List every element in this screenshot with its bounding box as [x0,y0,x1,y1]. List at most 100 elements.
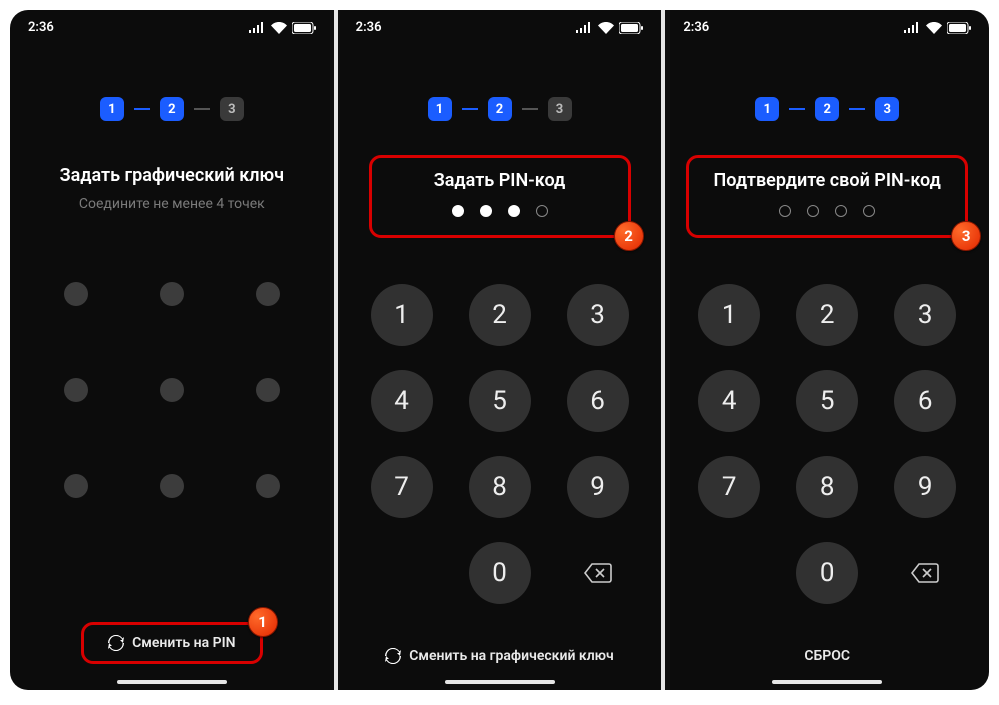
wifi-icon [598,22,614,34]
pin-dot [508,205,520,217]
step-line [134,108,150,110]
stepper: 1 2 3 [338,97,662,121]
key-9[interactable]: 9 [894,456,956,518]
reset-button[interactable]: СБРОС [804,648,850,664]
status-bar: 2:36 [665,10,989,39]
step-pill-2: 2 [815,97,839,121]
key-empty [371,542,433,604]
wifi-icon [926,22,942,34]
key-5[interactable]: 5 [796,370,858,432]
step-pill-1: 1 [755,97,779,121]
wifi-icon [271,22,287,34]
key-3[interactable]: 3 [567,284,629,346]
battery-icon [947,22,971,34]
key-0[interactable]: 0 [469,542,531,604]
pin-dot [536,205,548,217]
pin-dot [779,205,791,217]
pin-dots [705,205,949,217]
bottom-action: Сменить на графический ключ [338,648,662,664]
pattern-dot[interactable] [64,378,88,402]
key-empty [698,542,760,604]
bottom-action: СБРОС [665,648,989,664]
step-line [522,108,538,110]
switch-to-pattern-button[interactable]: Сменить на графический ключ [385,648,614,664]
home-indicator[interactable] [772,680,882,684]
status-icons [904,22,971,34]
screen-1-pattern: 2:36 1 2 3 Задать графический ключ Соеди… [10,10,334,690]
screen-subtitle: Соедините не менее 4 точек [30,196,314,212]
step-line [849,108,865,110]
key-7[interactable]: 7 [371,456,433,518]
step-pill-1: 1 [100,97,124,121]
pin-dot [480,205,492,217]
screen-title: Задать графический ключ [30,165,314,186]
callout-3: Подтвердите свой PIN-код 3 [686,155,968,238]
pattern-dot[interactable] [160,282,184,306]
pin-dot [452,205,464,217]
pattern-dot[interactable] [256,378,280,402]
switch-label: Сменить на графический ключ [409,648,614,664]
pattern-dot[interactable] [64,474,88,498]
key-1[interactable]: 1 [698,284,760,346]
signal-icon [249,22,266,33]
key-backspace[interactable] [894,542,956,604]
screen-2-set-pin: 2:36 1 2 3 Задать PIN-код [338,10,662,690]
pattern-dot[interactable] [64,282,88,306]
key-8[interactable]: 8 [796,456,858,518]
switch-to-pin-button[interactable]: Сменить на PIN [108,635,235,651]
home-indicator[interactable] [117,680,227,684]
status-time: 2:36 [683,20,709,35]
backspace-icon [584,563,612,583]
step-pill-1: 1 [428,97,452,121]
annotation-badge-3: 3 [951,221,981,251]
pattern-dot[interactable] [256,474,280,498]
key-4[interactable]: 4 [371,370,433,432]
key-6[interactable]: 6 [567,370,629,432]
status-time: 2:36 [28,20,54,35]
key-5[interactable]: 5 [469,370,531,432]
status-bar: 2:36 [10,10,334,39]
key-7[interactable]: 7 [698,456,760,518]
swap-icon [385,648,401,664]
screen-3-confirm-pin: 2:36 1 2 3 Подтвердите свой PIN-код [665,10,989,690]
key-4[interactable]: 4 [698,370,760,432]
key-9[interactable]: 9 [567,456,629,518]
key-0[interactable]: 0 [796,542,858,604]
callout-2: Задать PIN-код 2 [369,155,631,238]
swap-icon [108,635,124,651]
pattern-dot[interactable] [160,378,184,402]
pin-dot [807,205,819,217]
battery-icon [292,22,316,34]
pattern-dot[interactable] [160,474,184,498]
key-1[interactable]: 1 [371,284,433,346]
key-backspace[interactable] [567,542,629,604]
step-pill-3: 3 [875,97,899,121]
step-line [462,108,478,110]
callout-1: Сменить на PIN 1 [81,622,262,664]
status-time: 2:36 [356,20,382,35]
stepper: 1 2 3 [10,97,334,121]
keypad: 1 2 3 4 5 6 7 8 9 0 [338,284,662,604]
backspace-icon [911,563,939,583]
step-pill-2: 2 [160,97,184,121]
title-block: Задать графический ключ Соедините не мен… [10,165,334,212]
screen-title: Задать PIN-код [388,170,612,191]
battery-icon [619,22,643,34]
key-2[interactable]: 2 [469,284,531,346]
pattern-grid[interactable] [10,282,334,498]
key-2[interactable]: 2 [796,284,858,346]
key-6[interactable]: 6 [894,370,956,432]
pattern-dot[interactable] [256,282,280,306]
stepper: 1 2 3 [665,97,989,121]
home-indicator[interactable] [445,680,555,684]
screen-title: Подтвердите свой PIN-код [705,170,949,191]
key-3[interactable]: 3 [894,284,956,346]
triptych-container: 2:36 1 2 3 Задать графический ключ Соеди… [10,10,989,690]
step-line [789,108,805,110]
key-8[interactable]: 8 [469,456,531,518]
pin-dots [388,205,612,217]
status-icons [576,22,643,34]
annotation-badge-1: 1 [248,607,278,637]
switch-label: Сменить на PIN [132,635,235,651]
status-bar: 2:36 [338,10,662,39]
